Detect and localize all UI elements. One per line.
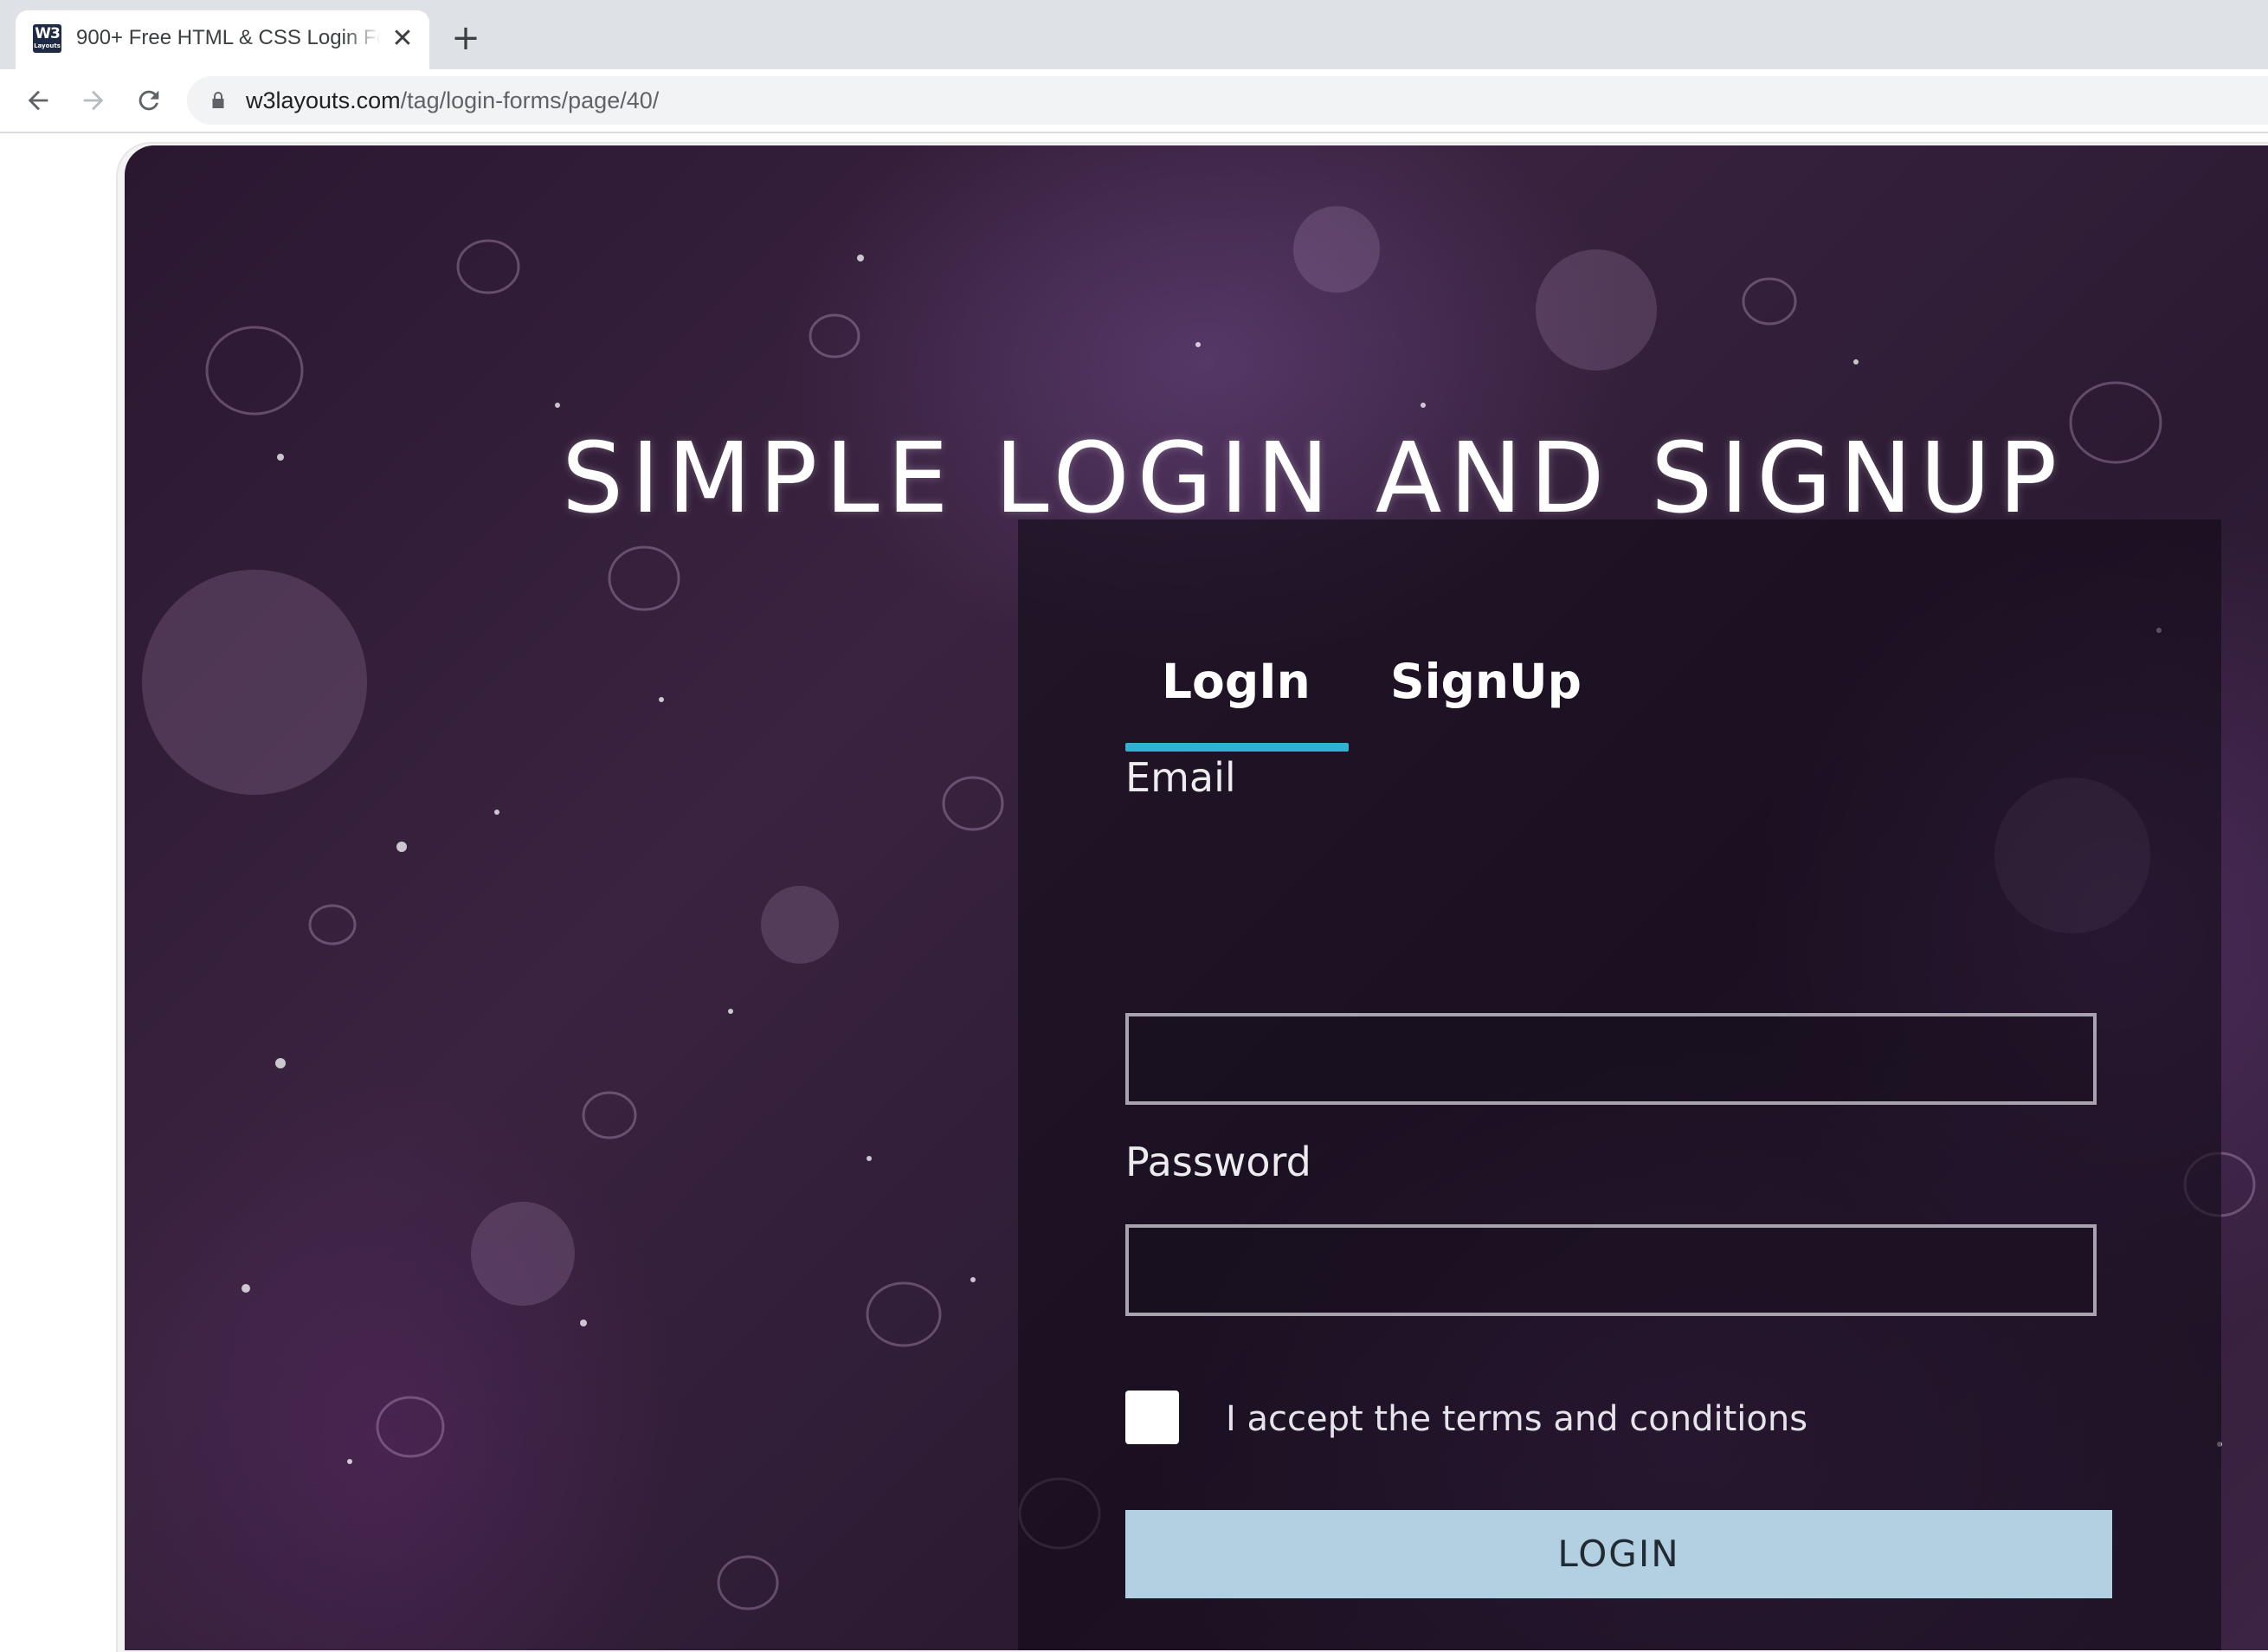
browser-tab-strip: W3 Layouts 900+ Free HTML & CSS Login Fo… [0, 0, 2268, 69]
password-label: Password [1125, 1139, 1311, 1185]
login-panel: LogIn SignUp Email Password I accept the… [1018, 519, 2221, 1650]
favicon-subtext: Layouts [34, 42, 61, 49]
browser-toolbar: w3layouts.com/tag/login-forms/page/40/ [0, 69, 2268, 133]
url-text[interactable]: w3layouts.com/tag/login-forms/page/40/ [246, 87, 659, 114]
reload-icon[interactable] [130, 81, 168, 119]
url-host: w3layouts.com [246, 87, 401, 113]
back-icon[interactable] [19, 81, 57, 119]
email-label: Email [1125, 754, 1236, 801]
email-field[interactable] [1125, 1013, 2097, 1105]
address-bar[interactable]: w3layouts.com/tag/login-forms/page/40/ [187, 76, 2268, 125]
favicon-text: W3 [35, 25, 61, 42]
terms-label: I accept the terms and conditions [1226, 1399, 1808, 1439]
lock-icon[interactable] [208, 90, 229, 111]
login-button[interactable]: LOGIN [1125, 1510, 2112, 1598]
password-field[interactable] [1125, 1224, 2097, 1316]
tab-login[interactable]: LogIn [1162, 651, 1311, 712]
active-tab-indicator [1125, 743, 1349, 752]
tab-signup[interactable]: SignUp [1390, 651, 1582, 712]
forward-icon[interactable] [74, 81, 113, 119]
new-tab-icon[interactable]: + [448, 21, 483, 55]
browser-tab[interactable]: W3 Layouts 900+ Free HTML & CSS Login Fo… [16, 10, 429, 69]
url-path: /tag/login-forms/page/40/ [400, 87, 660, 113]
close-tab-icon[interactable]: ✕ [388, 24, 417, 54]
tab-title: 900+ Free HTML & CSS Login Forms [76, 26, 381, 49]
hero-background: SIMPLE LOGIN AND SIGNUP LogIn SignUp Ema… [125, 145, 2268, 1650]
forgot-password-link[interactable]: Forgot Password [1125, 1640, 2112, 1650]
w3layouts-favicon-icon: W3 Layouts [33, 24, 61, 53]
terms-checkbox[interactable] [1125, 1391, 1179, 1444]
